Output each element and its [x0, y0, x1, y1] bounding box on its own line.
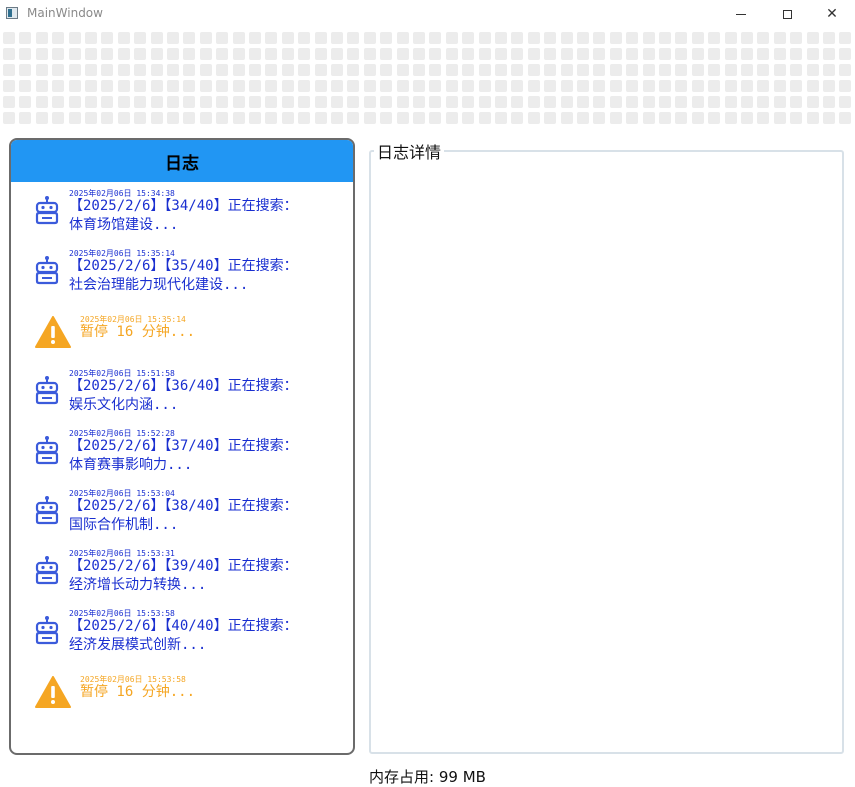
log-message-continued: 体育场馆建设...: [69, 217, 179, 233]
window-title: MainWindow: [27, 6, 103, 20]
robot-icon: [35, 556, 59, 586]
log-message-continued: 经济增长动力转换...: [69, 577, 207, 593]
minimize-icon: [736, 13, 746, 15]
warning-icon: [35, 676, 71, 708]
log-panel-header: 日志: [11, 140, 353, 182]
robot-icon: [35, 496, 59, 526]
log-message: 【2025/2/6】【38/40】正在搜索：: [69, 498, 298, 514]
maximize-button[interactable]: [764, 0, 810, 28]
close-button[interactable]: ✕: [809, 0, 855, 28]
log-detail-box[interactable]: [369, 150, 844, 754]
log-message: 暂停 16 分钟...: [80, 684, 196, 700]
log-message: 【2025/2/6】【35/40】正在搜索：: [69, 258, 298, 274]
decorative-pattern: [0, 28, 855, 128]
minimize-button[interactable]: [718, 0, 764, 28]
log-message-continued: 体育赛事影响力...: [69, 457, 193, 473]
log-message: 【2025/2/6】【36/40】正在搜索：: [69, 378, 298, 394]
app-icon: [6, 7, 18, 19]
log-message-continued: 国际合作机制...: [69, 517, 179, 533]
warning-icon: [35, 316, 71, 348]
log-message-continued: 经济发展模式创新...: [69, 637, 207, 653]
log-message: 【2025/2/6】【40/40】正在搜索：: [69, 618, 298, 634]
log-message-continued: 娱乐文化内涵...: [69, 397, 179, 413]
maximize-icon: [782, 9, 792, 19]
log-message: 暂停 16 分钟...: [80, 324, 196, 340]
close-icon: ✕: [826, 6, 838, 22]
log-panel: 日志 2025年02月06日 15:34:38 【2025/2/6】【34/40】…: [9, 138, 355, 755]
robot-icon: [35, 616, 59, 646]
robot-icon: [35, 256, 59, 286]
title-bar: MainWindow ✕: [0, 0, 855, 28]
log-message: 【2025/2/6】【39/40】正在搜索：: [69, 558, 298, 574]
robot-icon: [35, 376, 59, 406]
log-detail-title: 日志详情: [374, 139, 445, 163]
log-message-continued: 社会治理能力现代化建设...: [69, 277, 249, 293]
robot-icon: [35, 436, 59, 466]
log-message: 【2025/2/6】【34/40】正在搜索：: [69, 198, 298, 214]
log-message: 【2025/2/6】【37/40】正在搜索：: [69, 438, 298, 454]
memory-usage-label: 内存占用: 99 MB: [369, 768, 486, 786]
robot-icon: [35, 196, 59, 226]
